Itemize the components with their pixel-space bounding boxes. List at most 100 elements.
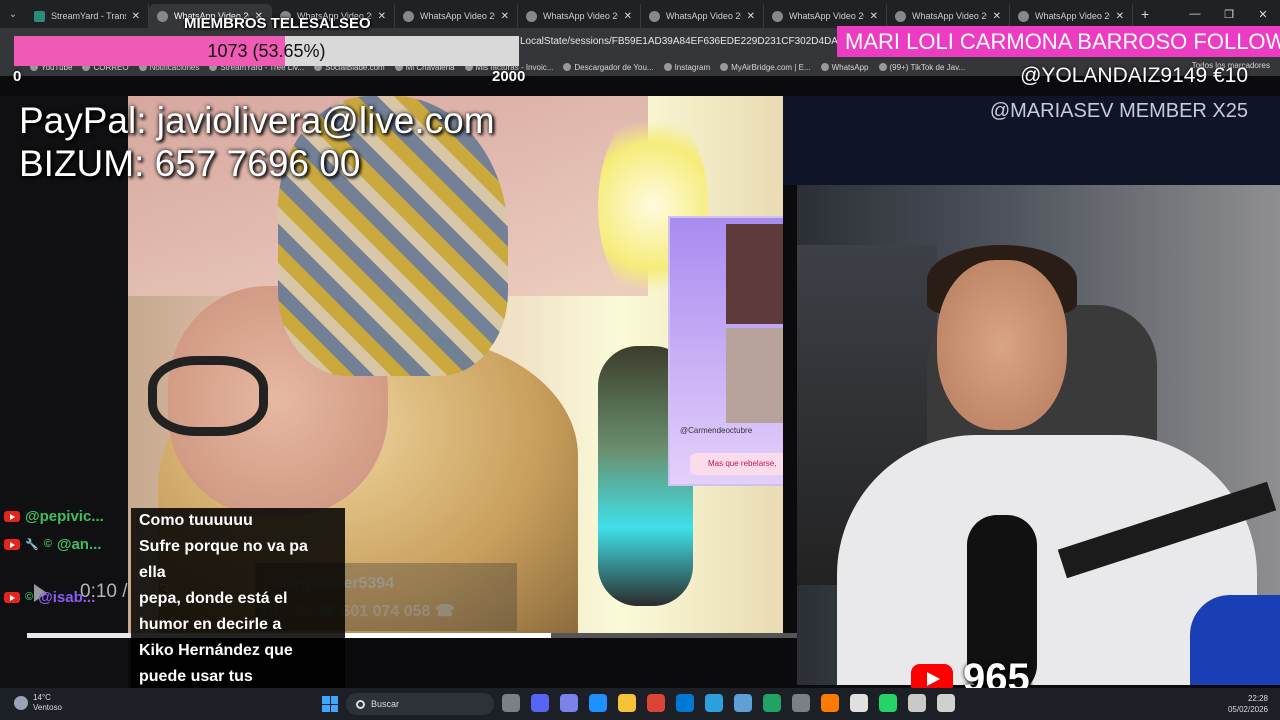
taskbar-app-icon[interactable] bbox=[879, 694, 897, 712]
bookmark-item[interactable]: WhatsApp bbox=[820, 62, 869, 72]
tab-title: WhatsApp Video 202 bbox=[912, 11, 987, 21]
bookmark-label: Descargador de You... bbox=[574, 62, 654, 72]
close-tab-icon[interactable]: ✕ bbox=[378, 11, 386, 22]
close-tab-icon[interactable]: ✕ bbox=[993, 11, 1001, 22]
bookmark-item[interactable]: Descargador de You... bbox=[563, 62, 654, 72]
bookmark-label: MyAirBridge.com | E... bbox=[731, 62, 811, 72]
whatsapp-video-icon bbox=[895, 10, 906, 22]
overlay-handle: @Carmendeoctubre bbox=[680, 426, 753, 435]
chat-message-line: Como tuuuuuu bbox=[139, 512, 253, 529]
windows-start-icon[interactable] bbox=[322, 696, 338, 712]
browser-tab[interactable]: WhatsApp Video 202 ✕ bbox=[764, 4, 887, 28]
taskbar-app-icon[interactable] bbox=[589, 694, 607, 712]
browser-tab[interactable]: WhatsApp Video 202 ✕ bbox=[641, 4, 764, 28]
taskbar-app-icon[interactable] bbox=[763, 694, 781, 712]
tab-search-menu-icon[interactable]: ⌄ bbox=[0, 0, 26, 28]
close-tab-icon[interactable]: ✕ bbox=[747, 11, 755, 22]
taskbar-app-icon[interactable] bbox=[908, 694, 926, 712]
chat-message-line: humor en decirle a bbox=[139, 616, 282, 633]
latest-tip: @YOLANDAIZ9149 €10 bbox=[1020, 64, 1248, 87]
browser-tab[interactable]: WhatsApp Video 202 ✕ bbox=[1010, 4, 1133, 28]
tab-title: WhatsApp Video 202 bbox=[543, 11, 618, 21]
close-window-icon[interactable]: ✕ bbox=[1246, 0, 1280, 28]
clock-date: 05/02/2026 bbox=[1227, 705, 1268, 714]
taskbar-app-icon[interactable] bbox=[792, 694, 810, 712]
member-badge-icon: © bbox=[43, 538, 52, 550]
chat-message-line: Kiko Hernández que bbox=[139, 642, 293, 659]
whatsapp-video-icon bbox=[157, 10, 168, 22]
taskbar-app-icon[interactable] bbox=[937, 694, 955, 712]
close-tab-icon[interactable]: ✕ bbox=[624, 11, 632, 22]
bookmark-favicon-icon bbox=[720, 63, 729, 71]
chat-user-row: 🔧 © @an... bbox=[4, 534, 101, 554]
close-tab-icon[interactable]: ✕ bbox=[870, 11, 878, 22]
bookmark-item[interactable]: MyAirBridge.com | E... bbox=[720, 62, 811, 72]
members-goal-max: 2000 bbox=[492, 68, 526, 85]
tab-title: WhatsApp Video 202 bbox=[789, 11, 864, 21]
browser-tab[interactable]: WhatsApp Video 202 ✕ bbox=[518, 4, 641, 28]
close-tab-icon[interactable]: ✕ bbox=[501, 11, 509, 22]
whatsapp-video-icon bbox=[526, 10, 537, 22]
glasses bbox=[148, 356, 268, 436]
close-tab-icon[interactable]: ✕ bbox=[1116, 11, 1124, 22]
bookmark-item[interactable]: Instagram bbox=[663, 62, 711, 72]
bookmark-label: (99+) TikTok de Jav... bbox=[889, 62, 966, 72]
latest-member: @MARIASEV MEMBER X25 bbox=[989, 100, 1248, 122]
browser-tab[interactable]: WhatsApp Video 202 ✕ bbox=[887, 4, 1010, 28]
members-goal-bar: 1073 (53.65%) bbox=[14, 36, 519, 66]
streamer-webcam bbox=[797, 185, 1280, 685]
youtube-icon bbox=[4, 538, 20, 550]
taskbar-app-icon[interactable] bbox=[821, 694, 839, 712]
url-text[interactable]: LocalState/sessions/FB59E1AD39A84EF636ED… bbox=[520, 36, 883, 47]
video-progress-buffer bbox=[345, 633, 551, 638]
system-clock[interactable]: 22:28 05/02/2026 bbox=[1228, 693, 1268, 715]
screen: ⌄ StreamYard - Transmi✕WhatsApp Video 20… bbox=[0, 0, 1280, 720]
taskbar-app-icon[interactable] bbox=[560, 694, 578, 712]
bookmark-label: Instagram bbox=[674, 62, 711, 72]
tab-title: WhatsApp Video 202 bbox=[420, 11, 495, 21]
whatsapp-video-icon bbox=[403, 10, 414, 22]
chat-message-line: pepa, donde está el bbox=[139, 590, 288, 607]
moderator-wrench-icon: 🔧 bbox=[25, 538, 39, 551]
bookmark-item[interactable]: (99+) TikTok de Jav... bbox=[878, 62, 966, 72]
follow-alert-banner: MARI LOLI CARMONA BARROSO FOLLOW bbox=[837, 26, 1280, 57]
whatsapp-video-icon bbox=[649, 10, 660, 22]
taskbar-search-placeholder: Buscar bbox=[371, 699, 400, 709]
bookmark-favicon-icon bbox=[663, 63, 672, 71]
whatsapp-video-icon bbox=[772, 10, 783, 22]
chat-username: @isab... bbox=[38, 588, 96, 606]
browser-tab[interactable]: WhatsApp Video 202 ✕ bbox=[395, 4, 518, 28]
taskbar-search[interactable]: Buscar bbox=[346, 693, 494, 715]
taskbar-app-icon[interactable] bbox=[676, 694, 694, 712]
taskbar-app-icon[interactable] bbox=[705, 694, 723, 712]
clock-time: 22:28 bbox=[1247, 694, 1268, 703]
tab-title: StreamYard - Transmi bbox=[51, 11, 126, 21]
tab-title: WhatsApp Video 202 bbox=[1035, 11, 1110, 21]
bookmark-label: WhatsApp bbox=[831, 62, 869, 72]
browser-tab[interactable]: StreamYard - Transmi ✕ bbox=[26, 4, 149, 28]
taskbar-app-icon[interactable] bbox=[502, 694, 520, 712]
taskbar-app-icon[interactable] bbox=[734, 694, 752, 712]
bookmark-favicon-icon bbox=[820, 63, 829, 71]
chat-username: @an... bbox=[56, 535, 102, 553]
restore-icon[interactable]: ❐ bbox=[1212, 0, 1246, 28]
chat-message-line: Sufre porque no va pa bbox=[139, 538, 308, 555]
weather-temp: 14°C bbox=[33, 693, 51, 702]
members-goal-label: MIEMBROS TELESALSEO bbox=[184, 15, 371, 32]
bizum-info: BIZUM: 657 7696 00 bbox=[19, 143, 361, 184]
chat-user-row: @pepivic... bbox=[4, 506, 104, 526]
search-icon bbox=[356, 699, 365, 709]
chat-message: Como tuuuuuu Sufre porque no va pa ella pep… bbox=[139, 508, 344, 716]
minimize-icon[interactable]: — bbox=[1178, 0, 1212, 28]
close-tab-icon[interactable]: ✕ bbox=[132, 11, 140, 22]
taskbar-app-icon[interactable] bbox=[850, 694, 868, 712]
member-badge-icon: © bbox=[25, 591, 34, 603]
weather-widget[interactable]: 14°C Ventoso bbox=[14, 693, 62, 713]
chat-message-line: puede usar tus bbox=[139, 668, 253, 685]
new-tab-button[interactable]: + bbox=[1141, 6, 1149, 22]
tab-title: WhatsApp Video 202 bbox=[666, 11, 741, 21]
taskbar-app-icon[interactable] bbox=[618, 694, 636, 712]
youtube-icon bbox=[4, 510, 20, 522]
taskbar-app-icon[interactable] bbox=[531, 694, 549, 712]
taskbar-app-icon[interactable] bbox=[647, 694, 665, 712]
